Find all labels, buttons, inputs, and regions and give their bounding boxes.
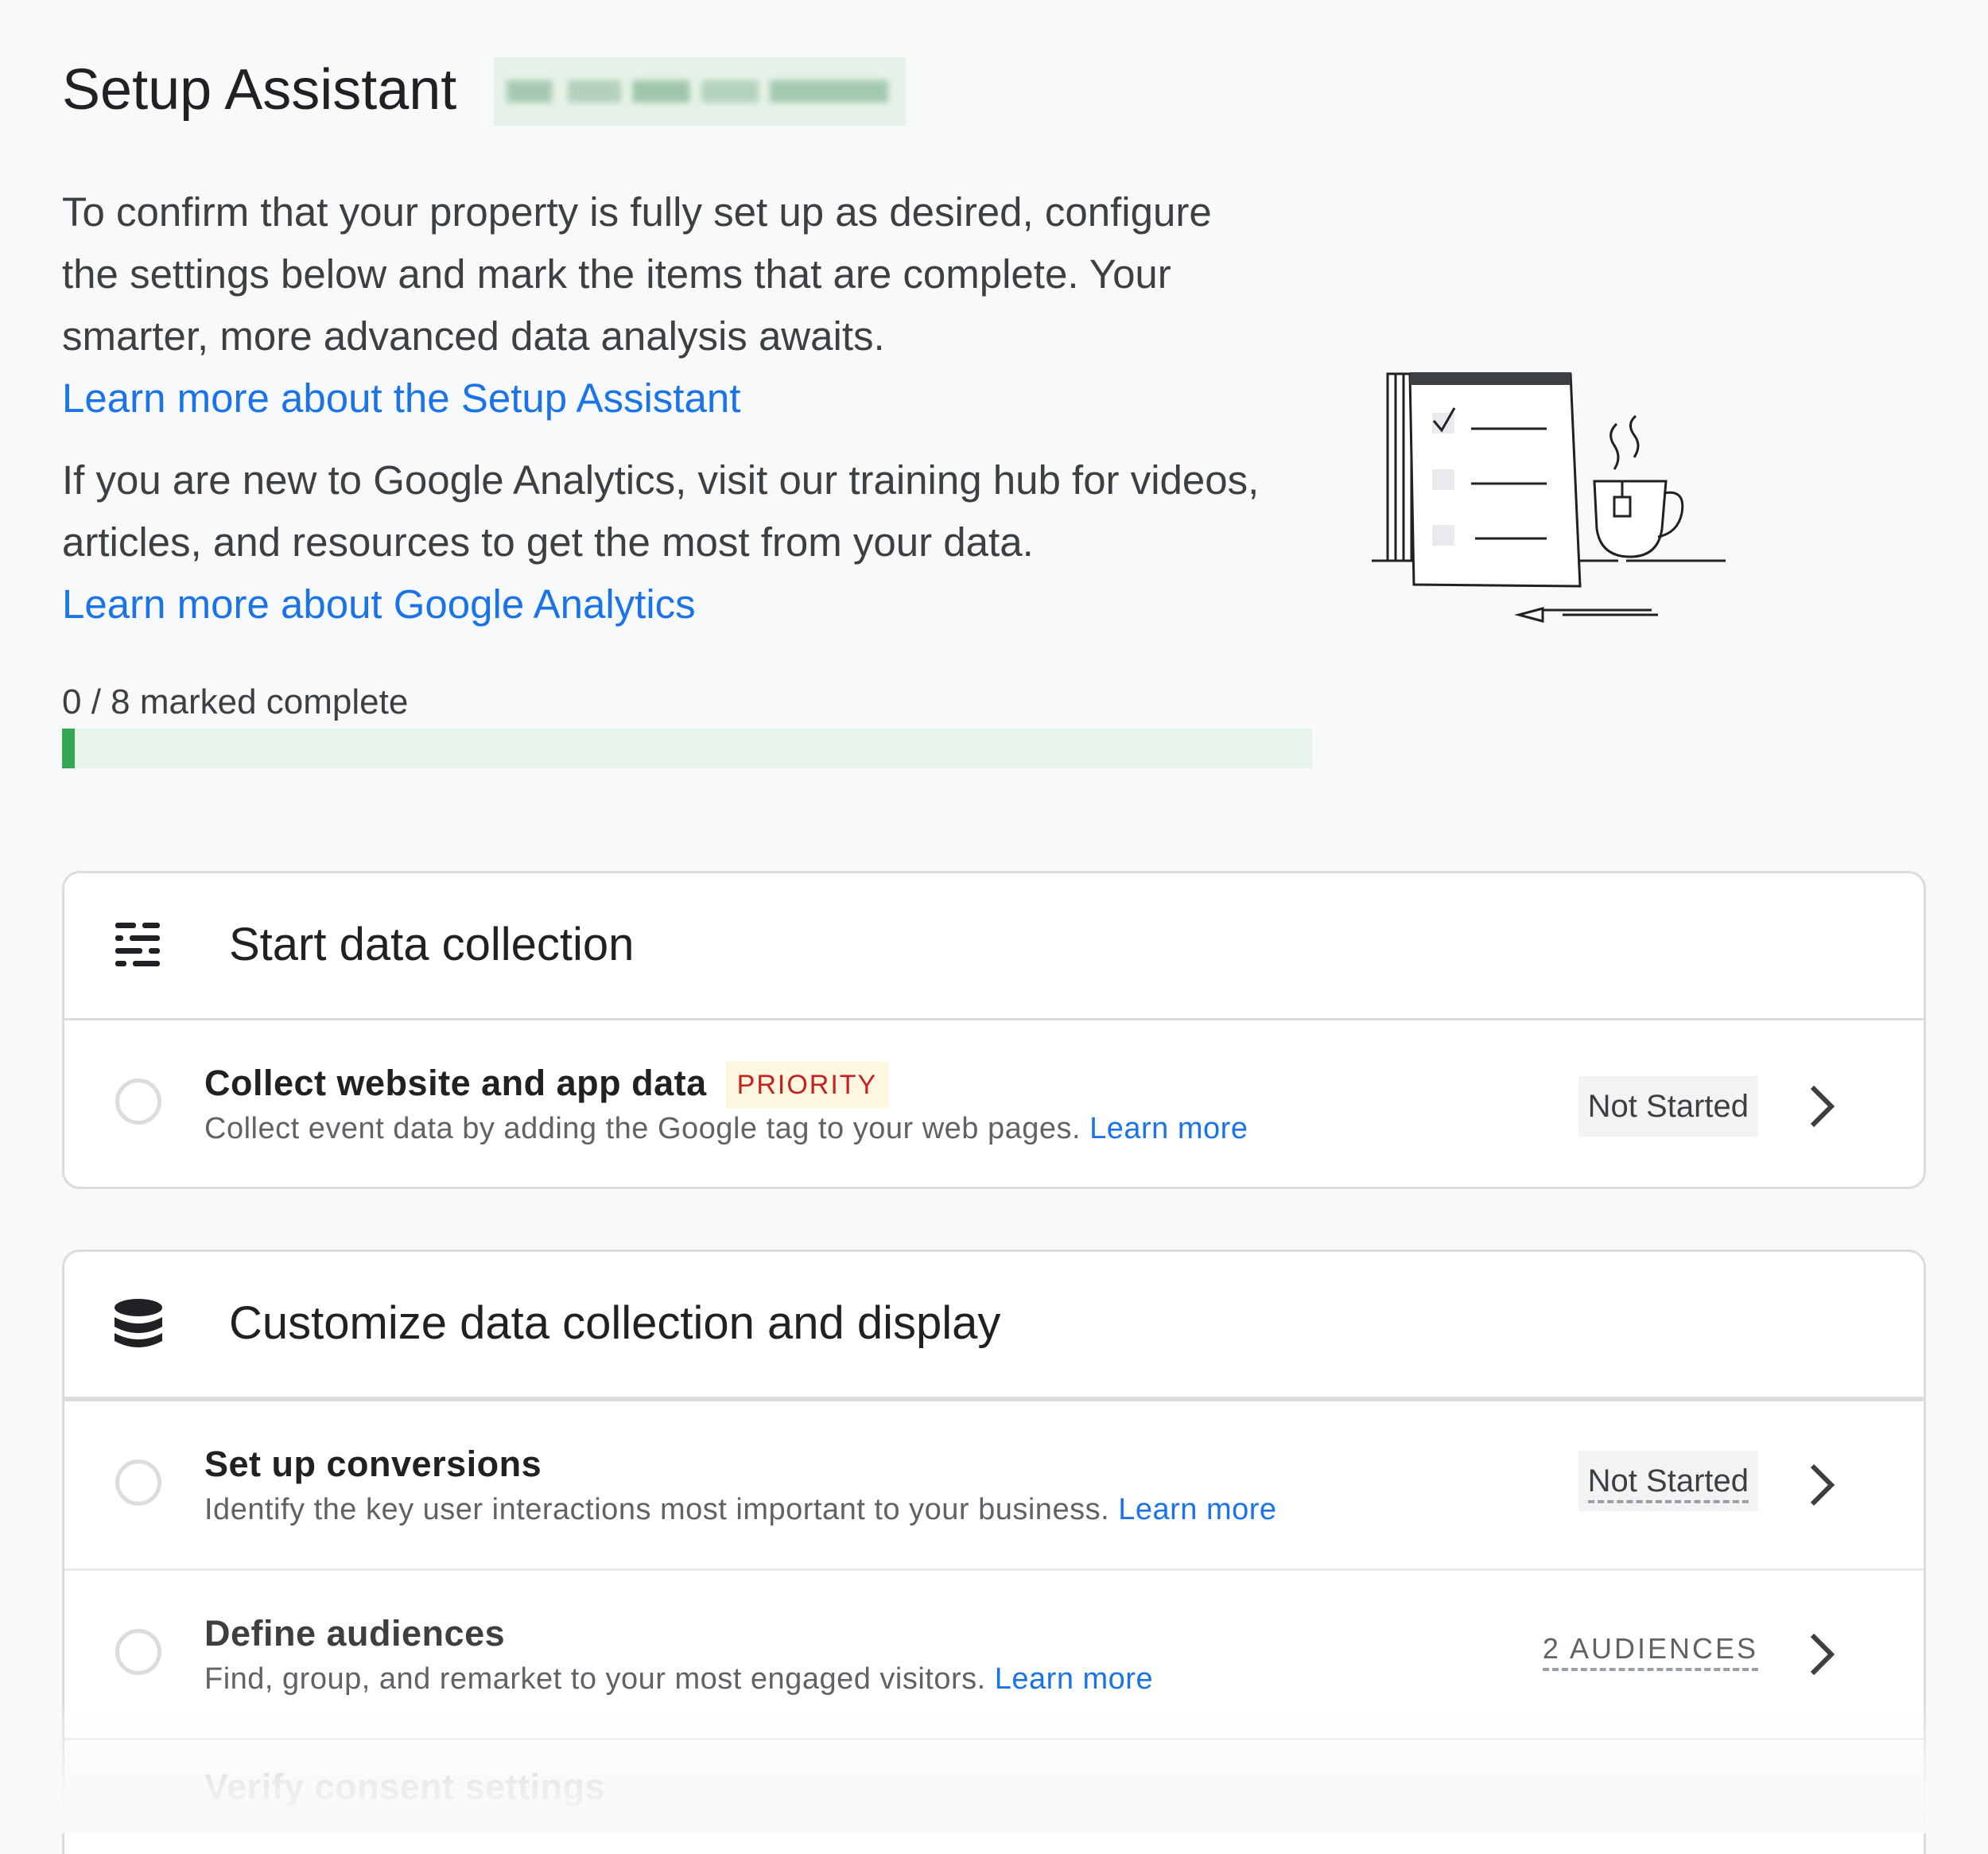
status-text: Not Started [1587, 1463, 1749, 1503]
audiences-count[interactable]: 2 AUDIENCES [1542, 1627, 1758, 1671]
section-title: Customize data collection and display [229, 1297, 1001, 1349]
task-title: Collect website and app data PRIORITY [204, 1060, 889, 1108]
task-description: Identify the key user interactions most … [204, 1490, 1277, 1529]
intro-text-1: To confirm that your property is fully s… [62, 189, 1212, 359]
progress-bar-fill [62, 729, 75, 768]
task-row-consent[interactable]: Verify consent settings [64, 1740, 1924, 1854]
task-title: Verify consent settings [204, 1767, 606, 1807]
page-title: Setup Assistant [62, 58, 457, 122]
learn-more-link[interactable]: Learn more [1118, 1493, 1276, 1526]
learn-more-link[interactable]: Learn more [995, 1662, 1153, 1696]
section-header: Start data collection [64, 873, 1924, 1020]
progress-bar [62, 729, 1312, 768]
task-title: Set up conversions [204, 1444, 542, 1484]
task-row-collect-data[interactable]: Collect website and app data PRIORITY Col… [64, 1020, 1924, 1187]
property-name-redacted [494, 57, 906, 126]
mark-complete-radio[interactable] [115, 1459, 161, 1506]
task-description: Collect event data by adding the Google … [204, 1109, 1248, 1149]
mark-complete-radio[interactable] [115, 1079, 161, 1125]
task-row-audiences[interactable]: Define audiences Find, group, and remark… [64, 1571, 1924, 1740]
chevron-right-icon[interactable] [1806, 1631, 1838, 1678]
chevron-right-icon[interactable] [1806, 1082, 1838, 1130]
task-row-conversions[interactable]: Set up conversions Identify the key user… [64, 1401, 1924, 1571]
task-description-text: Identify the key user interactions most … [204, 1493, 1110, 1526]
section-start-data-collection: Start data collection Collect website an… [62, 871, 1926, 1189]
setup-assistant-learn-more-link[interactable]: Learn more about the Setup Assistant [62, 367, 1271, 429]
section-header: Customize data collection and display [64, 1252, 1924, 1401]
task-description: Find, group, and remarket to your most e… [204, 1659, 1153, 1699]
section-title: Start data collection [229, 919, 635, 970]
tune-sliders-icon [115, 923, 160, 966]
learn-more-link[interactable]: Learn more [1089, 1112, 1248, 1145]
intro-paragraph-2: If you are new to Google Analytics, visi… [62, 449, 1303, 635]
redacted-blur [507, 80, 888, 103]
chevron-right-icon[interactable] [1806, 1461, 1838, 1509]
intro-text-2: If you are new to Google Analytics, visi… [62, 457, 1260, 565]
status-badge: Not Started [1578, 1076, 1758, 1137]
database-icon [115, 1299, 162, 1347]
status-badge[interactable]: Not Started [1578, 1451, 1758, 1511]
progress-label: 0 / 8 marked complete [62, 682, 409, 721]
priority-badge: PRIORITY [725, 1062, 889, 1108]
google-analytics-learn-more-link[interactable]: Learn more about Google Analytics [62, 573, 1303, 635]
checklist-coffee-illustration [1372, 372, 1726, 623]
intro-paragraph-1: To confirm that your property is fully s… [62, 181, 1271, 429]
section-customize-data-collection: Customize data collection and display Se… [62, 1250, 1926, 1854]
task-description-text: Find, group, and remarket to your most e… [204, 1662, 986, 1696]
task-description-text: Collect event data by adding the Google … [204, 1112, 1081, 1145]
task-title: Define audiences [204, 1613, 506, 1654]
mark-complete-radio[interactable] [115, 1629, 161, 1675]
task-title-text: Collect website and app data [204, 1063, 707, 1103]
audiences-count-text: 2 AUDIENCES [1542, 1632, 1758, 1671]
